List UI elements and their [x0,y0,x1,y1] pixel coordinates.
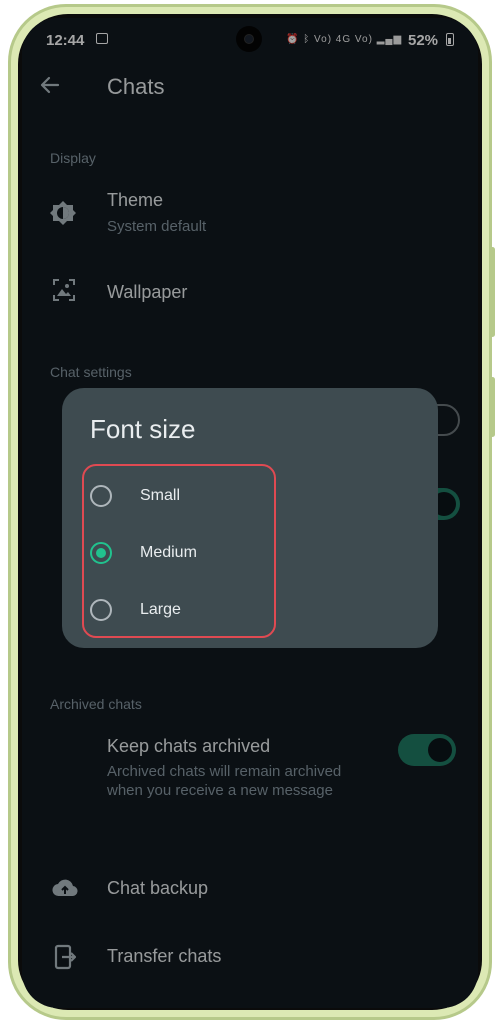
radio-large[interactable] [90,599,112,621]
power-button [490,377,495,437]
screen: 12:44 ⏰ ᛒ Vo) 4G Vo) ▂▄▆ 52% Chats Displ… [22,18,478,1008]
option-large-label: Large [140,601,181,618]
option-small[interactable]: Small [90,482,270,510]
volume-button [490,247,495,337]
radio-small[interactable] [90,485,112,507]
option-large[interactable]: Large [90,596,270,624]
option-small-label: Small [140,487,181,504]
option-medium-label: Medium [140,544,197,561]
font-size-dialog: Font size Small Medium Large [62,388,438,648]
option-medium[interactable]: Medium [90,539,270,567]
dialog-title: Font size [90,414,196,444]
radio-medium[interactable] [90,542,112,564]
